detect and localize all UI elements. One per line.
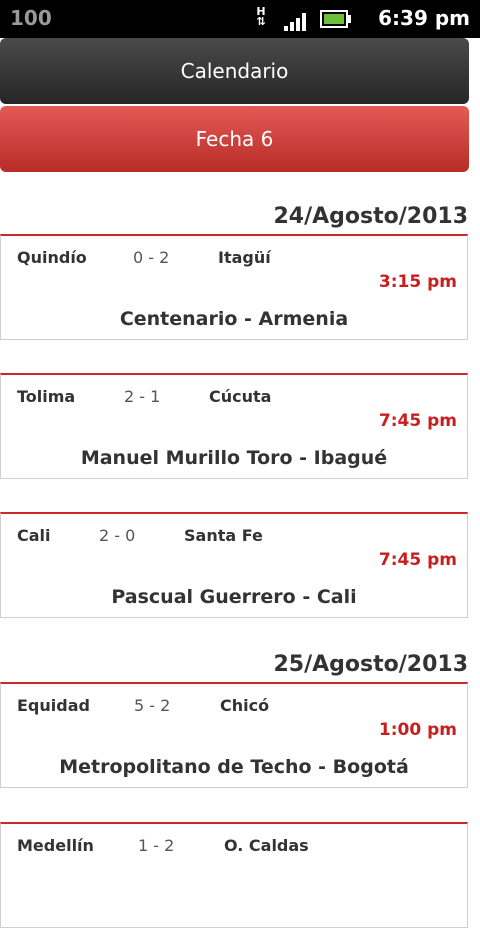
away-team: Chicó bbox=[220, 696, 270, 715]
match-card[interactable]: Cali 2 - 0 Santa Fe 7:45 pm Pascual Guer… bbox=[0, 512, 468, 618]
date-header: 25/Agosto/2013 bbox=[273, 652, 468, 677]
match-time: 1:00 pm bbox=[378, 720, 457, 740]
signal-icon bbox=[284, 11, 306, 31]
away-team: O. Caldas bbox=[224, 836, 309, 855]
match-score: 1 - 2 bbox=[138, 836, 175, 855]
round-button[interactable]: Fecha 6 bbox=[0, 106, 469, 172]
data-arrows-icon: ⇅ bbox=[256, 15, 266, 28]
match-time: 3:15 pm bbox=[378, 272, 457, 292]
match-card[interactable]: Equidad 5 - 2 Chicó 1:00 pm Metropolitan… bbox=[0, 682, 468, 788]
battery-percent-text: 100 bbox=[10, 6, 52, 30]
date-header: 24/Agosto/2013 bbox=[273, 204, 468, 229]
match-venue: Pascual Guerrero - Cali bbox=[111, 586, 357, 608]
home-team: Quindío bbox=[17, 248, 87, 267]
away-team: Itagüí bbox=[218, 248, 271, 267]
calendar-button[interactable]: Calendario bbox=[0, 38, 469, 104]
battery-icon bbox=[320, 10, 351, 28]
match-time: 7:45 pm bbox=[378, 550, 457, 570]
home-team: Cali bbox=[17, 526, 51, 545]
match-card[interactable]: Medellín 1 - 2 O. Caldas bbox=[0, 822, 468, 928]
away-team: Cúcuta bbox=[209, 387, 272, 406]
network-type-icon: H ⇅ bbox=[252, 6, 270, 31]
match-card[interactable]: Tolima 2 - 1 Cúcuta 7:45 pm Manuel Muril… bbox=[0, 373, 468, 479]
match-score: 2 - 0 bbox=[99, 526, 136, 545]
match-score: 2 - 1 bbox=[124, 387, 161, 406]
status-bar: 100 H ⇅ 6:39 pm bbox=[0, 0, 480, 38]
match-score: 5 - 2 bbox=[134, 696, 171, 715]
clock: 6:39 pm bbox=[378, 6, 470, 30]
match-card[interactable]: Quindío 0 - 2 Itagüí 3:15 pm Centenario … bbox=[0, 234, 468, 340]
home-team: Tolima bbox=[17, 387, 76, 406]
match-venue: Metropolitano de Techo - Bogotá bbox=[59, 756, 409, 778]
match-score: 0 - 2 bbox=[133, 248, 170, 267]
match-venue: Centenario - Armenia bbox=[119, 308, 349, 330]
away-team: Santa Fe bbox=[184, 526, 263, 545]
match-time: 7:45 pm bbox=[378, 411, 457, 431]
match-venue: Manuel Murillo Toro - Ibagué bbox=[80, 447, 388, 469]
home-team: Medellín bbox=[17, 836, 94, 855]
status-icons: H ⇅ bbox=[252, 6, 351, 31]
home-team: Equidad bbox=[17, 696, 90, 715]
